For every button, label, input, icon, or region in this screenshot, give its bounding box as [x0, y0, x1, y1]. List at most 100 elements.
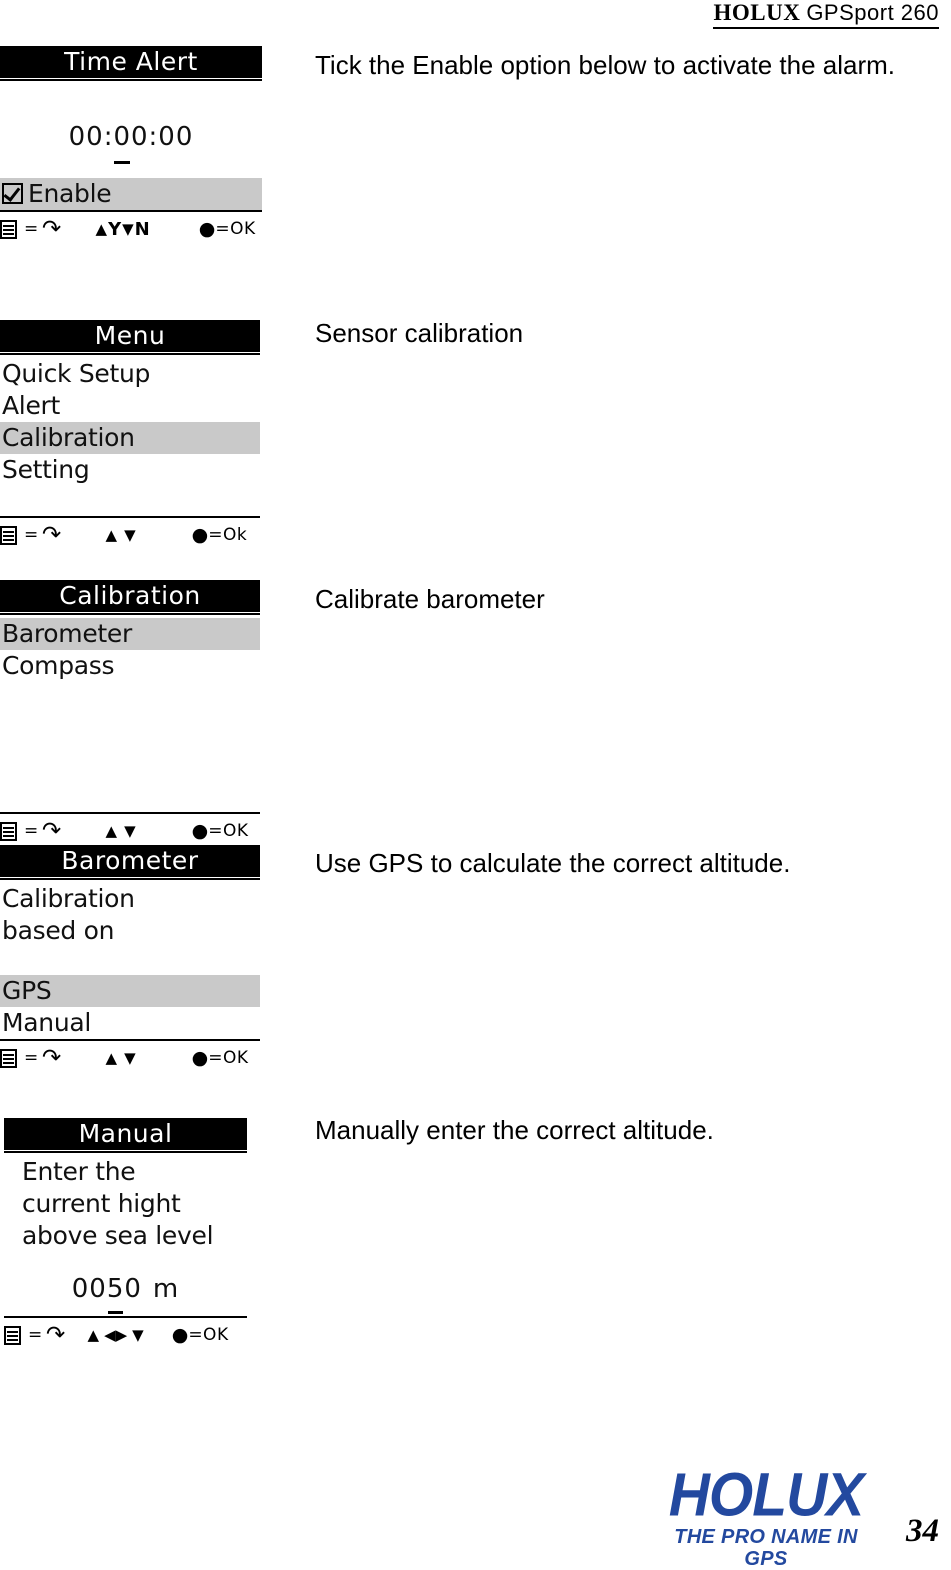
manual-prompt-line3: above sea level [22, 1221, 214, 1250]
menu-list-icon[interactable] [0, 821, 17, 841]
lcd-spacer [0, 84, 262, 116]
time-alert-value[interactable]: 00:00:00 [0, 116, 262, 164]
footbar-ok-label: =OK [208, 821, 249, 841]
manual-value-cursor-digit[interactable]: 5 [107, 1270, 125, 1314]
footbar-updown-group[interactable]: ▲ ▼ [106, 1050, 136, 1066]
enable-option-row[interactable]: Enable [0, 178, 262, 210]
menu-item-calibration[interactable]: Calibration [0, 422, 260, 454]
filled-circle-icon[interactable]: ● [172, 1325, 189, 1345]
manual-prompt-line1: Enter the [22, 1157, 136, 1186]
lcd-body-calibration: Barometer Compass [0, 618, 260, 812]
lcd-title-time-alert: Time Alert [0, 46, 262, 78]
lcd-spacer [0, 486, 260, 516]
description-sensor-calibration: Sensor calibration [315, 313, 935, 354]
description-use-gps: Use GPS to calculate the correct altitud… [315, 843, 935, 884]
footbar-ok-group[interactable]: ● =OK [192, 1048, 249, 1068]
header-title-underlined: HOLUX GPSport 260 [713, 0, 939, 29]
triangle-left-icon[interactable]: ◀ [104, 1327, 116, 1343]
description-text: Tick the Enable option below to activate… [315, 50, 896, 80]
back-arrow-icon[interactable]: ↶ [42, 1045, 61, 1071]
time-alert-hours: 00: [68, 122, 114, 152]
footbar-back-group[interactable]: = ↶ [0, 522, 62, 548]
manual-altitude-value[interactable]: 0050 m [4, 1270, 247, 1314]
page-header: HOLUX GPSport 260 [0, 0, 951, 36]
menu-list-icon[interactable] [0, 1048, 17, 1068]
triangle-down-icon[interactable]: ▼ [132, 1327, 144, 1343]
lcd-spacer [4, 1252, 247, 1270]
footbar-ok-group[interactable]: ● =OK [199, 219, 256, 239]
footbar-ok-group[interactable]: ● =OK [172, 1325, 229, 1345]
time-alert-minutes-cursor[interactable]: 0 [113, 116, 131, 164]
menu-item-quick-setup[interactable]: Quick Setup [0, 358, 260, 390]
lcd-screen-barometer: Barometer Calibration based on GPS Manua… [0, 845, 260, 1073]
triangle-down-icon[interactable]: ▼ [124, 823, 136, 839]
footbar-updown-group[interactable]: ▲ ▼ [106, 823, 136, 839]
filled-circle-icon[interactable]: ● [192, 525, 209, 545]
footbar-updown-group[interactable]: ▲ ▼ [106, 527, 136, 543]
menu-list-icon[interactable] [4, 1325, 21, 1345]
filled-circle-icon[interactable]: ● [192, 821, 209, 841]
description-time-alert: Tick the Enable option below to activate… [315, 45, 935, 86]
footbar-ok-group[interactable]: ● =OK [192, 821, 249, 841]
lcd-footbar-time-alert: = ↶ ▲ Y ▼ N ● =OK [0, 210, 262, 244]
filled-circle-icon[interactable]: ● [199, 219, 216, 239]
back-arrow-icon[interactable]: ↶ [42, 216, 61, 242]
triangle-down-icon[interactable]: ▼ [124, 1050, 136, 1066]
footbar-equals: = [24, 219, 39, 239]
menu-list-icon[interactable] [0, 219, 17, 239]
footbar-dpad-group[interactable]: ▲ ◀ ▶ ▼ [88, 1327, 144, 1343]
barometer-prompt-line2: based on [2, 916, 115, 945]
lcd-screen-menu: Menu Quick Setup Alert Calibration Setti… [0, 320, 260, 550]
enable-option-label: Enable [28, 179, 112, 208]
calibration-item-compass[interactable]: Compass [0, 650, 260, 682]
triangle-down-icon[interactable]: ▼ [124, 527, 136, 543]
lcd-title-barometer: Barometer [0, 845, 260, 877]
menu-item-setting[interactable]: Setting [0, 454, 260, 486]
triangle-up-icon[interactable]: ▲ [106, 527, 118, 543]
footbar-back-group[interactable]: = ↶ [0, 1045, 62, 1071]
triangle-up-icon[interactable]: ▲ [106, 823, 118, 839]
back-arrow-icon[interactable]: ↶ [42, 522, 61, 548]
triangle-up-icon[interactable]: ▲ [96, 221, 108, 237]
barometer-item-manual[interactable]: Manual [0, 1007, 260, 1039]
manual-value-prefix: 00 [71, 1274, 107, 1304]
time-alert-minutes-rest: 0:00 [131, 122, 194, 152]
lcd-footbar-menu: = ↶ ▲ ▼ ● =Ok [0, 516, 260, 550]
menu-item-alert[interactable]: Alert [0, 390, 260, 422]
holux-logo: HOLUX THE PRO NAME IN GPS [652, 1464, 880, 1570]
footbar-back-group[interactable]: = ↶ [4, 1322, 66, 1348]
triangle-down-icon[interactable]: ▼ [122, 221, 134, 237]
back-arrow-icon[interactable]: ↶ [42, 818, 61, 844]
lcd-title-manual: Manual [4, 1118, 247, 1150]
holux-logo-tagline: THE PRO NAME IN GPS [674, 1526, 858, 1570]
footbar-equals: = [24, 1048, 39, 1068]
lcd-screen-time-alert: Time Alert 00:00:00 Enable = ↶ ▲ Y ▼ N ● =O… [0, 46, 262, 244]
checkbox-checked-icon[interactable] [2, 183, 23, 204]
footbar-ok-label: =OK [208, 1048, 249, 1068]
back-arrow-icon[interactable]: ↶ [46, 1322, 65, 1348]
triangle-right-icon[interactable]: ▶ [116, 1327, 128, 1343]
description-text: Use GPS to calculate the correct altitud… [315, 848, 791, 878]
lcd-title-calibration: Calibration [0, 580, 260, 612]
footbar-yesno-group[interactable]: ▲ Y ▼ N [96, 219, 151, 240]
footbar-back-group[interactable]: = ↶ [0, 216, 62, 242]
header-model: GPSport 260 [806, 0, 939, 25]
footbar-back-group[interactable]: = ↶ [0, 818, 62, 844]
menu-list-icon[interactable] [0, 525, 17, 545]
triangle-up-icon[interactable]: ▲ [106, 1050, 118, 1066]
filled-circle-icon[interactable]: ● [192, 1048, 209, 1068]
triangle-up-icon[interactable]: ▲ [88, 1327, 100, 1343]
lcd-footbar-manual: = ↶ ▲ ◀ ▶ ▼ ● =OK [4, 1316, 247, 1350]
lcd-title-menu: Menu [0, 320, 260, 352]
manual-prompt-line2: current hight [22, 1189, 181, 1218]
lcd-body-barometer: Calibration based on GPS Manual [0, 883, 260, 1039]
footbar-equals: = [28, 1325, 43, 1345]
barometer-prompt-line1: Calibration [2, 884, 135, 913]
lcd-spacer [0, 158, 262, 178]
footbar-ok-group[interactable]: ● =Ok [192, 525, 248, 545]
lcd-spacer [0, 682, 260, 812]
description-text: Manually enter the correct altitude. [315, 1115, 714, 1145]
calibration-item-barometer[interactable]: Barometer [0, 618, 260, 650]
barometer-item-gps[interactable]: GPS [0, 975, 260, 1007]
footbar-equals: = [24, 821, 39, 841]
